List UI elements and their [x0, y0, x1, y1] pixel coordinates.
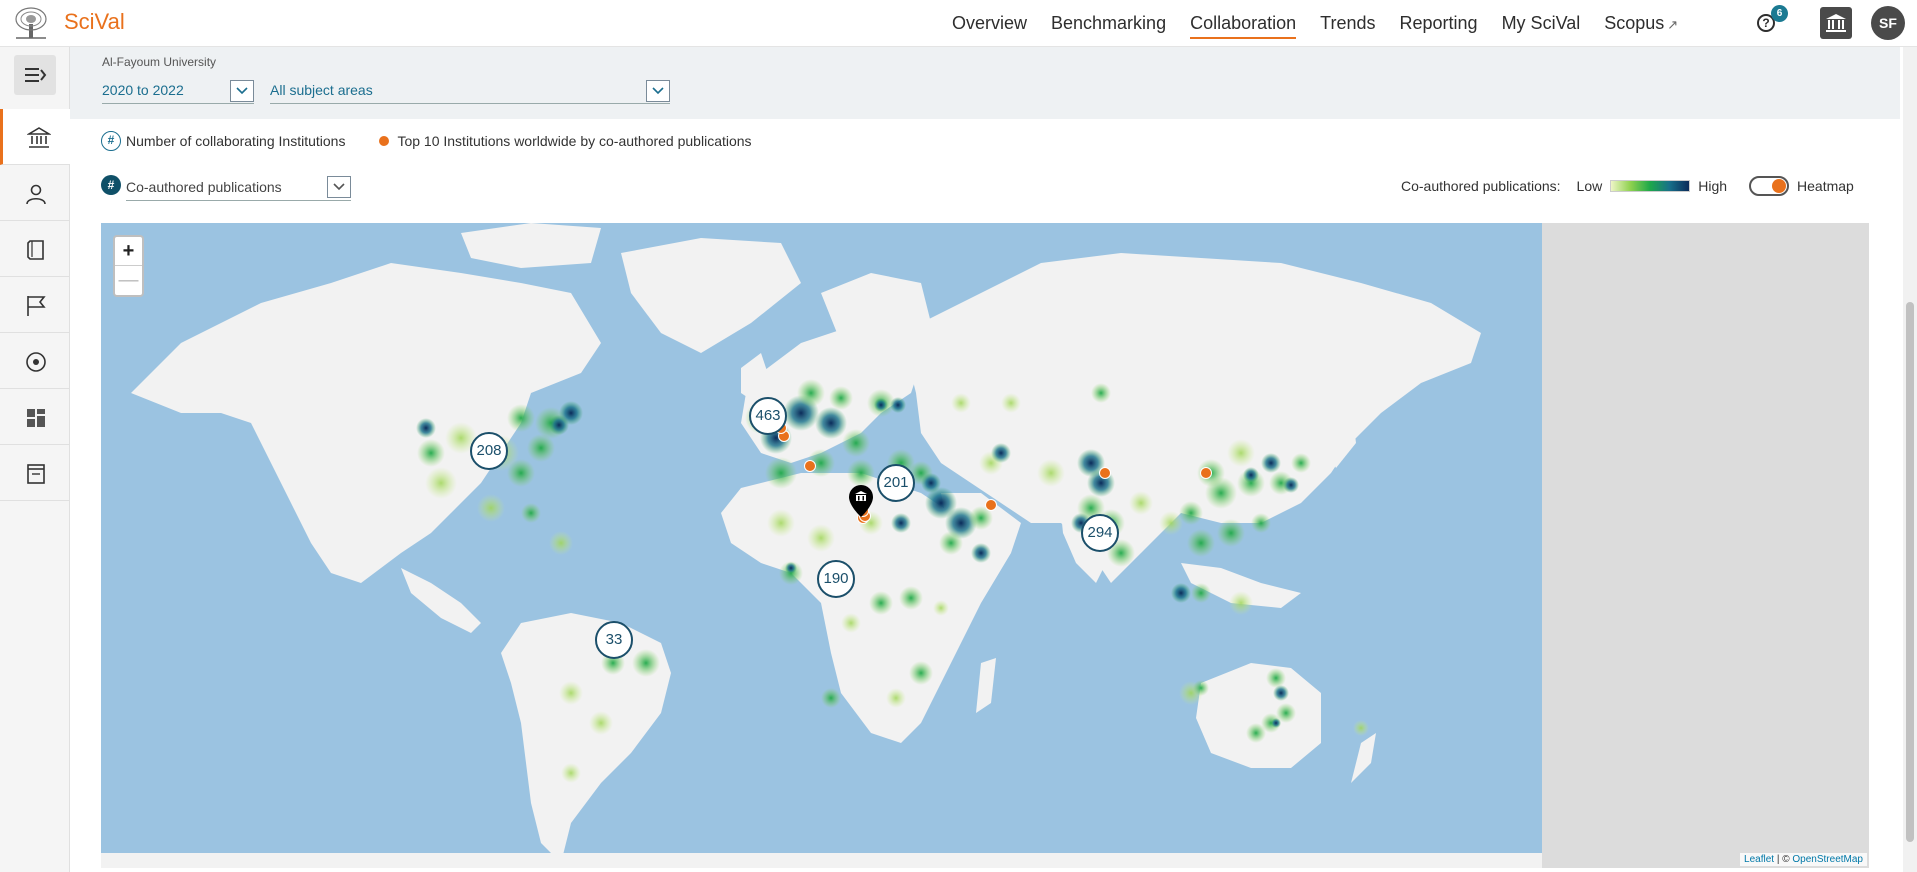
- heat-low-label: Low: [1576, 178, 1603, 194]
- sidebar-toggle-button[interactable]: [14, 55, 56, 95]
- sidebar-item-reports[interactable]: [0, 445, 70, 501]
- elsevier-logo-icon[interactable]: [12, 6, 50, 40]
- flag-icon: [27, 296, 46, 316]
- cluster-marker-north-america[interactable]: 208: [470, 432, 508, 470]
- zoom-out-button[interactable]: —: [115, 266, 142, 295]
- top10-marker-icon: [379, 136, 390, 146]
- notification-badge: 6: [1771, 5, 1788, 22]
- map-base: [101, 223, 1542, 868]
- cluster-marker-east-asia[interactable]: 294: [1081, 514, 1119, 552]
- scrollbar-thumb[interactable]: [1906, 302, 1914, 842]
- metric-value: Co-authored publications: [126, 179, 282, 195]
- year-range-value: 2020 to 2022: [102, 82, 184, 98]
- page-scrollbar[interactable]: [1903, 47, 1917, 872]
- institution-icon: [1826, 14, 1846, 32]
- sidebar: [0, 47, 70, 872]
- report-icon: [27, 464, 45, 484]
- sidebar-item-dashboard[interactable]: [0, 389, 70, 445]
- expand-menu-icon: [25, 68, 47, 82]
- heatmap-toggle-label: Heatmap: [1797, 178, 1854, 194]
- zoom-control: + —: [113, 235, 144, 297]
- nav-my-scival[interactable]: My SciVal: [1490, 0, 1593, 47]
- leaflet-link[interactable]: Leaflet: [1744, 854, 1774, 865]
- subject-area-value: All subject areas: [270, 82, 373, 98]
- nav-overview[interactable]: Overview: [940, 0, 1039, 47]
- external-link-icon: ↗: [1667, 17, 1679, 32]
- sidebar-item-countries[interactable]: [0, 277, 70, 333]
- heat-gradient-bar: [1610, 180, 1691, 192]
- cluster-marker-africa[interactable]: 190: [817, 560, 855, 598]
- osm-link[interactable]: OpenStreetMap: [1792, 854, 1863, 865]
- metric-dropdown[interactable]: Co-authored publications: [126, 174, 351, 201]
- heatmap-toggle[interactable]: [1749, 176, 1790, 196]
- cluster-marker-europe[interactable]: 463: [749, 397, 787, 435]
- sidebar-item-institutions[interactable]: [0, 109, 70, 165]
- toggle-knob: [1772, 179, 1787, 193]
- filter-bar: Al-Fayoum University 2020 to 2022 All su…: [70, 47, 1900, 119]
- map-legend: # Number of collaborating Institutions T…: [101, 131, 752, 151]
- main-nav: Overview Benchmarking Collaboration Tren…: [940, 0, 1690, 47]
- nav-collaboration[interactable]: Collaboration: [1178, 0, 1308, 47]
- attribution-separator: | ©: [1774, 854, 1793, 865]
- map-attribution: Leaflet | © OpenStreetMap: [1740, 853, 1867, 866]
- sidebar-item-publications[interactable]: [0, 221, 70, 277]
- top10-label: Top 10 Institutions worldwide by co-auth…: [397, 133, 752, 149]
- user-avatar[interactable]: SF: [1871, 6, 1905, 40]
- institution-button[interactable]: [1820, 7, 1852, 39]
- sidebar-item-topics[interactable]: [0, 333, 70, 389]
- institution-icon: [27, 127, 51, 148]
- person-icon: [26, 184, 46, 205]
- map-unloaded-area: [1542, 223, 1869, 868]
- chevron-down-icon[interactable]: [327, 176, 351, 198]
- hash-icon: #: [101, 175, 121, 195]
- zoom-in-button[interactable]: +: [115, 237, 142, 266]
- publication-icon: [27, 240, 44, 260]
- nav-reporting[interactable]: Reporting: [1388, 0, 1490, 47]
- year-range-dropdown[interactable]: 2020 to 2022: [102, 78, 254, 104]
- heat-high-label: High: [1698, 178, 1728, 194]
- heat-legend-title: Co-authored publications:: [1401, 178, 1561, 194]
- nav-scopus[interactable]: Scopus ↗: [1592, 0, 1690, 47]
- cluster-marker-south-america[interactable]: 33: [595, 621, 633, 659]
- nav-benchmarking[interactable]: Benchmarking: [1039, 0, 1178, 47]
- dashboard-icon: [27, 409, 45, 427]
- collab-count-label: Number of collaborating Institutions: [126, 133, 346, 149]
- nav-scopus-label: Scopus: [1604, 13, 1665, 33]
- chevron-down-icon[interactable]: [646, 80, 670, 102]
- help-button[interactable]: ? 6: [1757, 5, 1788, 34]
- chevron-down-icon[interactable]: [230, 80, 254, 102]
- cluster-marker-middle-east[interactable]: 201: [877, 464, 915, 502]
- world-map[interactable]: + — 463 208 201 294 190 33 Leaflet | © O…: [101, 223, 1869, 868]
- sidebar-item-researchers[interactable]: [0, 165, 70, 221]
- target-icon: [26, 352, 46, 372]
- hash-icon: #: [101, 131, 121, 151]
- nav-trends[interactable]: Trends: [1308, 0, 1387, 47]
- institution-name: Al-Fayoum University: [102, 55, 217, 69]
- subject-area-dropdown[interactable]: All subject areas: [270, 78, 670, 104]
- app-logo-text[interactable]: SciVal: [64, 9, 125, 35]
- top-navigation-bar: SciVal Overview Benchmarking Collaborati…: [0, 0, 1917, 47]
- heatmap-legend: Co-authored publications: Low High Heatm…: [1401, 175, 1854, 197]
